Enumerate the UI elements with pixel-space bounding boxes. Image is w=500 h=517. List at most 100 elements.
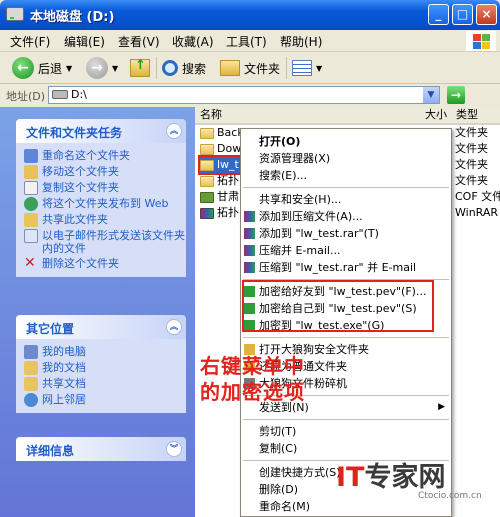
task-publish-web[interactable]: 将这个文件夹发布到 Web [24, 197, 186, 211]
minimize-button[interactable]: _ [428, 4, 449, 25]
address-value: D:\ [71, 88, 87, 101]
winrar-icon [244, 262, 255, 273]
menu-open[interactable]: 打开(O) [241, 133, 451, 150]
details-panel: 详细信息 ︾ [16, 437, 186, 461]
winrar-icon [244, 211, 255, 222]
address-input[interactable]: D:\ ▼ [48, 86, 440, 104]
menu-edit[interactable]: 编辑(E) [64, 33, 105, 50]
place-shared-documents[interactable]: 共享文档 [24, 377, 186, 391]
menu-tools[interactable]: 工具(T) [226, 33, 267, 50]
task-rename-folder[interactable]: 重命名这个文件夹 [24, 149, 186, 163]
toolbar: ← 后退 ▼ → ▼ ↑ 搜索 文件夹 ▼ [0, 52, 500, 84]
details-header[interactable]: 详细信息 ︾ [16, 437, 186, 461]
menu-sharing-security[interactable]: 共享和安全(H)... [241, 191, 451, 208]
menu-explorer[interactable]: 资源管理器(X) [241, 150, 451, 167]
menu-cut[interactable]: 剪切(T) [241, 423, 451, 440]
toolbar-divider [286, 57, 287, 79]
submenu-arrow-icon: ▶ [438, 402, 445, 412]
menu-add-to-archive[interactable]: 添加到压缩文件(A)... [241, 208, 451, 225]
column-size[interactable]: 大小 [415, 107, 451, 125]
drive-icon [6, 7, 24, 21]
folder-icon [200, 143, 214, 155]
delete-x-icon: ✕ [24, 255, 36, 271]
file-type: 文件夹 [455, 158, 488, 171]
menu-compress-rar-email[interactable]: 压缩到 "lw_test.rar" 并 E-mail [241, 259, 451, 276]
menu-compress-email[interactable]: 压缩并 E-mail... [241, 242, 451, 259]
search-icon [162, 60, 178, 76]
details-title: 详细信息 [26, 444, 75, 458]
place-my-documents[interactable]: 我的文档 [24, 361, 186, 375]
file-row[interactable]: 甘肃 [200, 189, 239, 205]
watermark-site: Ctocio.com.cn [418, 491, 482, 501]
menu-file[interactable]: 文件(F) [10, 33, 50, 50]
back-label: 后退 [38, 61, 63, 76]
folders-button[interactable]: 文件夹 [220, 56, 280, 80]
file-row[interactable]: 拓扑 [200, 205, 239, 221]
shared-folder-icon [24, 377, 38, 391]
chevron-down-icon[interactable]: ▼ [423, 87, 439, 103]
expand-chevron-icon[interactable]: ︾ [166, 441, 182, 457]
place-my-computer[interactable]: 我的电脑 [24, 345, 186, 359]
menu-search[interactable]: 搜索(E)... [241, 167, 451, 184]
encrypt-options-highlight [242, 280, 434, 332]
task-email-files[interactable]: 以电子邮件形式发送该文件夹内的文件 [24, 229, 186, 255]
toolbar-divider [156, 57, 157, 79]
place-network[interactable]: 网上邻居 [24, 393, 186, 407]
views-icon [292, 60, 312, 76]
other-places-header[interactable]: 其它位置 ︽ [16, 315, 186, 339]
folders-icon [220, 60, 240, 76]
selected-file-row[interactable]: lw_t [198, 155, 244, 175]
task-share-folder[interactable]: 共享此文件夹 [24, 213, 186, 227]
menu-bar: 文件(F) 编辑(E) 查看(V) 收藏(A) 工具(T) 帮助(H) [0, 30, 500, 52]
globe-icon [24, 197, 38, 211]
file-row[interactable]: 拓扑 [200, 173, 239, 189]
column-type[interactable]: 类型 [451, 107, 500, 125]
task-pane: 文件和文件夹任务 ︽ 重命名这个文件夹 移动这个文件夹 复制这个文件夹 将这个文… [0, 107, 195, 517]
annotation-line-2: 的加密选项 [200, 380, 305, 404]
windows-logo-icon [466, 31, 496, 51]
collapse-chevron-icon[interactable]: ︽ [166, 319, 182, 335]
chevron-down-icon: ▼ [112, 63, 119, 73]
winrar-icon [200, 207, 214, 219]
up-folder-button[interactable]: ↑ [130, 56, 150, 80]
cof-file-icon [200, 191, 214, 203]
watermark-it: IT [336, 462, 365, 493]
menu-add-to-rar[interactable]: 添加到 "lw_test.rar"(T) [241, 225, 451, 242]
folders-label: 文件夹 [244, 61, 281, 76]
computer-icon [24, 345, 38, 359]
column-name[interactable]: 名称 [195, 107, 415, 125]
collapse-chevron-icon[interactable]: ︽ [166, 123, 182, 139]
file-type: 文件夹 [455, 142, 488, 155]
search-button[interactable]: 搜索 [162, 56, 206, 80]
address-label: 地址(D) [6, 90, 46, 103]
forward-button[interactable]: → ▼ [86, 56, 118, 80]
other-places-panel: 其它位置 ︽ 我的电脑 我的文档 共享文档 网上邻居 [16, 315, 186, 413]
views-button[interactable]: ▼ [292, 56, 322, 80]
back-button[interactable]: ← 后退 ▼ [12, 56, 72, 80]
file-tasks-header[interactable]: 文件和文件夹任务 ︽ [16, 119, 186, 143]
email-icon [24, 229, 38, 243]
title-bar: 本地磁盘 (D:) _ □ × [0, 0, 500, 30]
annotation-line-1: 右键菜单中 [200, 354, 305, 378]
folder-icon [200, 175, 214, 187]
share-folder-icon [24, 213, 38, 227]
move-folder-icon [24, 165, 38, 179]
maximize-button[interactable]: □ [452, 4, 473, 25]
task-copy-folder[interactable]: 复制这个文件夹 [24, 181, 186, 195]
copy-icon [24, 181, 38, 195]
file-row[interactable]: Back [200, 125, 244, 141]
forward-arrow-icon: → [86, 57, 108, 79]
task-delete-folder[interactable]: ✕ 删除这个文件夹 [24, 255, 186, 271]
close-button[interactable]: × [476, 4, 497, 25]
menu-view[interactable]: 查看(V) [118, 33, 160, 50]
address-bar: 地址(D) D:\ ▼ → [0, 84, 500, 106]
chevron-down-icon: ▼ [66, 63, 73, 73]
menu-separator [243, 187, 449, 188]
go-arrow-icon[interactable]: → [447, 86, 465, 104]
winrar-icon [244, 228, 255, 239]
menu-help[interactable]: 帮助(H) [280, 33, 322, 50]
folder-icon [200, 127, 214, 139]
menu-favorites[interactable]: 收藏(A) [172, 33, 214, 50]
task-move-folder[interactable]: 移动这个文件夹 [24, 165, 186, 179]
file-tasks-title: 文件和文件夹任务 [26, 126, 123, 140]
